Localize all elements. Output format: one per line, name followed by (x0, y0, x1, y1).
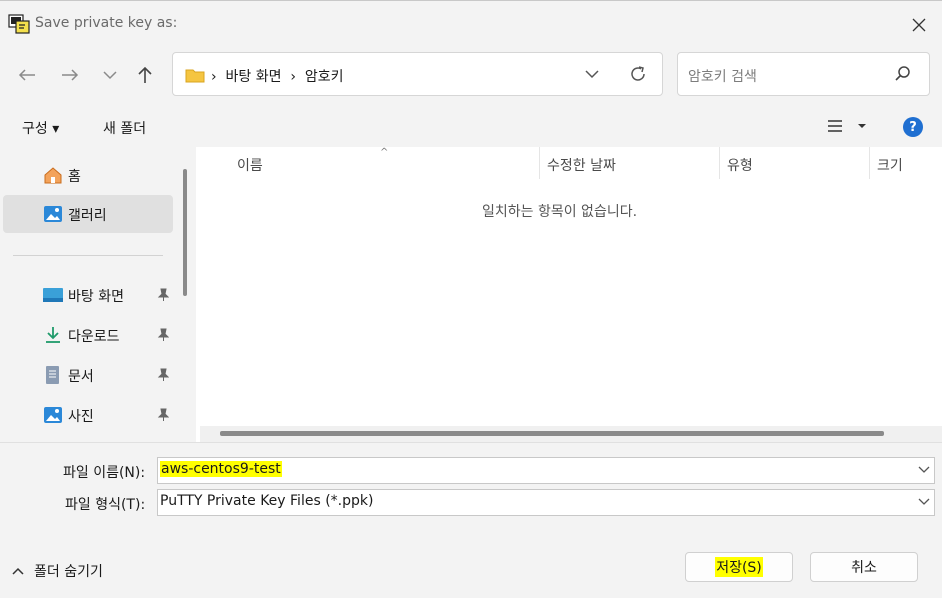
help-button[interactable]: ? (903, 117, 923, 137)
column-header-type[interactable]: 유형 (727, 155, 753, 175)
save-button[interactable]: 저장(S) (685, 552, 793, 582)
new-folder-button[interactable]: 새 폴더 (103, 118, 146, 138)
file-list: ^ 이름 수정한 날짜 유형 크기 일치하는 항목이 없습니다. (196, 147, 942, 442)
close-button[interactable] (904, 11, 934, 39)
search-icon[interactable] (894, 65, 912, 83)
chevron-down-icon[interactable] (918, 495, 930, 507)
search-box[interactable]: 암호키 검색 (677, 52, 930, 96)
address-dropdown-button[interactable] (579, 63, 605, 85)
filename-input-value[interactable]: aws-centos9-test (160, 461, 282, 477)
refresh-button[interactable] (625, 63, 651, 85)
save-button-label: 저장(S) (715, 557, 763, 577)
pictures-icon (44, 407, 62, 423)
sidebar-item-label: 갤러리 (68, 208, 107, 224)
sidebar-item-label: 다운로드 (68, 329, 120, 345)
sidebar-item-label: 문서 (68, 369, 94, 385)
sidebar-item-label: 바탕 화면 (68, 289, 124, 305)
download-icon (46, 327, 60, 343)
organize-menu-button[interactable]: 구성 ▾ (22, 118, 59, 138)
address-path[interactable]: › 바탕 화면 › 암호키 (211, 66, 344, 86)
forward-button[interactable] (54, 60, 86, 90)
sidebar-item-home[interactable]: 홈 (3, 156, 173, 194)
desktop-icon (43, 288, 63, 302)
caret-down-icon[interactable] (857, 122, 867, 130)
save-options-panel: 파일 이름(N): aws-centos9-test 파일 형식(T): PuT… (0, 442, 942, 598)
hide-folders-label: 폴더 숨기기 (34, 564, 103, 580)
chevron-up-icon (12, 567, 24, 575)
sidebar-item-label: 홈 (68, 169, 81, 185)
column-header-name[interactable]: 이름 (237, 155, 263, 175)
pin-icon[interactable] (157, 288, 169, 302)
address-bar[interactable]: › 바탕 화면 › 암호키 (172, 52, 663, 96)
putty-app-icon (8, 14, 30, 34)
title-bar: Save private key as: (0, 0, 942, 47)
filetype-value[interactable]: PuTTY Private Key Files (*.ppk) (160, 493, 373, 509)
cancel-button[interactable]: 취소 (810, 552, 918, 582)
column-divider[interactable] (869, 147, 870, 179)
command-bar: 구성 ▾ 새 폴더 ? (0, 108, 942, 146)
arrow-up-icon (138, 66, 152, 83)
column-header-size[interactable]: 크기 (877, 155, 903, 175)
sidebar-item-gallery[interactable]: 갤러리 (3, 195, 173, 233)
folder-icon (185, 69, 205, 83)
sidebar-divider (13, 255, 163, 256)
pin-icon[interactable] (157, 408, 169, 422)
sidebar-scrollbar[interactable] (183, 169, 187, 296)
sidebar-item-downloads[interactable]: 다운로드 (3, 316, 173, 354)
chevron-down-icon (585, 70, 599, 79)
filetype-label: 파일 형식(T): (65, 497, 146, 513)
up-button[interactable] (129, 60, 161, 90)
horizontal-scrollbar-thumb[interactable] (220, 431, 884, 436)
home-icon (44, 167, 62, 184)
sidebar-item-pictures[interactable]: 사진 (3, 396, 173, 434)
sort-ascending-icon: ^ (380, 147, 389, 158)
arrow-left-icon (18, 69, 35, 81)
chevron-down-icon[interactable] (918, 463, 930, 475)
chevron-down-icon (103, 71, 117, 80)
gallery-icon (44, 206, 62, 222)
window-title: Save private key as: (35, 15, 178, 31)
hide-folders-toggle[interactable]: 폴더 숨기기 (12, 561, 103, 581)
empty-folder-message: 일치하는 항목이 없습니다. (482, 204, 638, 220)
navigation-pane: 홈 갤러리 바탕 화면 다운로드 문서 사진 (0, 147, 190, 442)
pin-icon[interactable] (157, 328, 169, 342)
pin-icon[interactable] (157, 368, 169, 382)
document-icon (46, 366, 59, 384)
view-options-icon[interactable] (826, 118, 844, 134)
recent-locations-button[interactable] (94, 60, 126, 90)
filetype-select[interactable]: PuTTY Private Key Files (*.ppk) (157, 489, 935, 516)
back-button[interactable] (11, 60, 43, 90)
column-divider[interactable] (719, 147, 720, 179)
column-divider[interactable] (539, 147, 540, 179)
refresh-icon (631, 66, 645, 81)
arrow-right-icon (62, 69, 79, 81)
column-header-date-modified[interactable]: 수정한 날짜 (547, 155, 616, 175)
sidebar-item-label: 사진 (68, 409, 94, 425)
sidebar-item-desktop[interactable]: 바탕 화면 (3, 276, 173, 314)
filename-label: 파일 이름(N): (63, 465, 146, 481)
filename-field[interactable]: aws-centos9-test (157, 457, 935, 484)
search-input[interactable]: 암호키 검색 (688, 66, 757, 86)
close-icon (912, 18, 926, 32)
sidebar-item-documents[interactable]: 문서 (3, 356, 173, 394)
